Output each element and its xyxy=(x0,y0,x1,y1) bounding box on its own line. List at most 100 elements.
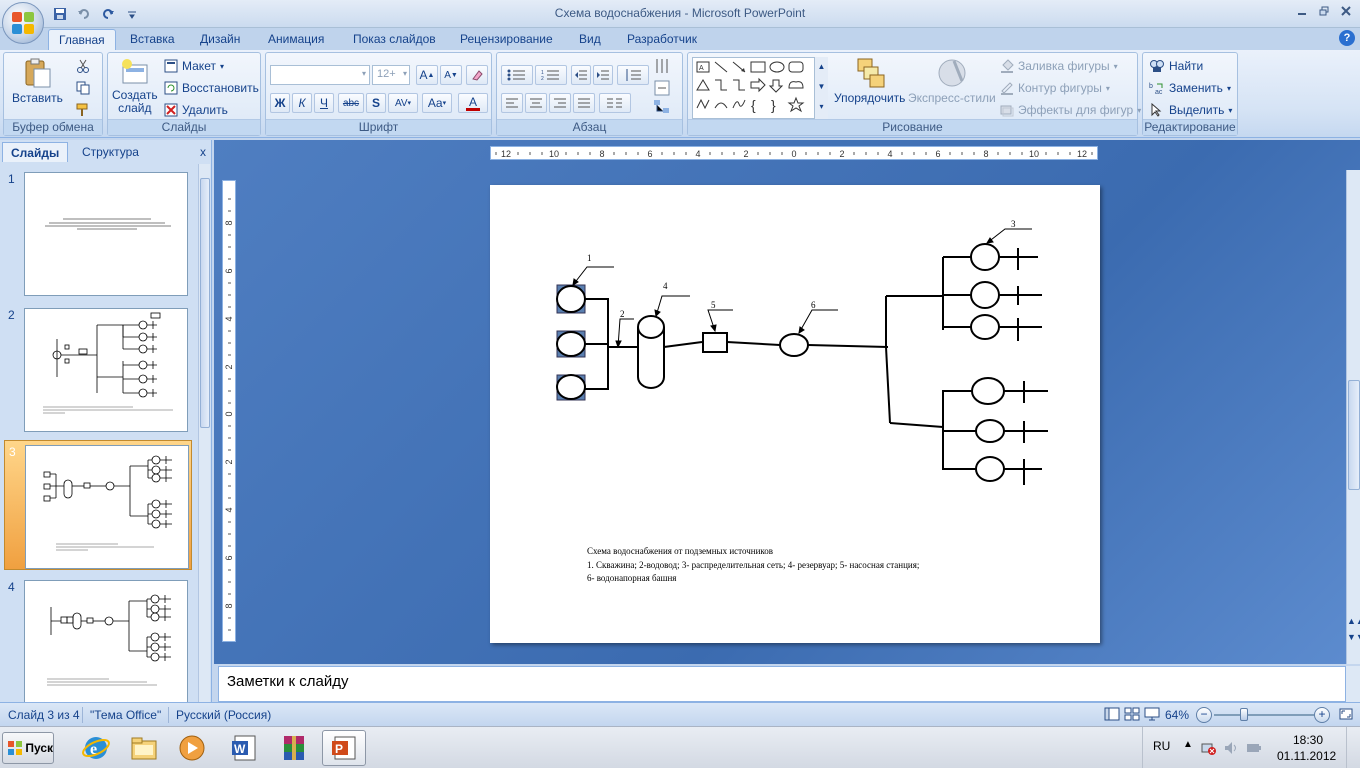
smartart-icon[interactable] xyxy=(653,99,671,115)
close-icon[interactable] xyxy=(1336,2,1356,20)
shapes-gallery[interactable]: A { } xyxy=(692,57,828,119)
slide-thumbnail-4[interactable]: 4 xyxy=(4,576,192,702)
justify-icon[interactable] xyxy=(573,93,595,113)
columns-icon[interactable] xyxy=(599,93,631,113)
tray-expand-icon[interactable]: ▲ xyxy=(1183,739,1193,750)
underline-button[interactable]: Ч xyxy=(314,93,334,113)
language-indicator[interactable]: Русский (Россия) xyxy=(176,708,271,722)
word-icon[interactable]: W xyxy=(222,730,266,766)
tab-view[interactable]: Вид xyxy=(569,29,611,50)
slideshow-icon[interactable] xyxy=(1144,706,1160,722)
arrange-button[interactable]: Упорядочить xyxy=(834,57,905,105)
shrink-font-button[interactable]: A ▼ xyxy=(440,65,462,85)
bullets-icon[interactable] xyxy=(501,65,533,85)
line-spacing-icon[interactable] xyxy=(617,65,649,85)
font-name-field[interactable]: ▾ xyxy=(270,65,370,85)
slide-thumbnail-2[interactable]: 2 xyxy=(4,304,192,434)
font-color-button[interactable]: A xyxy=(458,93,488,113)
align-left-icon[interactable] xyxy=(501,93,523,113)
notes-pane[interactable]: Заметки к слайду xyxy=(218,666,1346,702)
align-text-icon[interactable] xyxy=(653,79,671,97)
winrar-icon[interactable] xyxy=(272,730,316,766)
explorer-icon[interactable] xyxy=(122,730,166,766)
language-bar[interactable]: RU xyxy=(1153,739,1170,753)
copy-icon[interactable] xyxy=(76,81,90,95)
next-slide-icon[interactable]: ▼▼ xyxy=(1347,632,1360,642)
restore-icon[interactable] xyxy=(1314,2,1334,20)
power-icon[interactable] xyxy=(1245,740,1261,756)
view-buttons xyxy=(1104,706,1160,722)
prev-slide-icon[interactable]: ▲▲ xyxy=(1347,616,1360,626)
start-button[interactable]: Пуск xyxy=(2,732,54,764)
slide-thumbnail-3[interactable]: 3 xyxy=(4,440,192,570)
cut-icon[interactable] xyxy=(76,59,90,73)
reset-button[interactable]: Восстановить xyxy=(164,81,259,95)
water-supply-diagram[interactable]: 1 2 3 4 5 6 xyxy=(490,185,1100,643)
shape-fill-button[interactable]: Заливка фигуры ▾ xyxy=(1000,59,1118,73)
select-button[interactable]: Выделить ▾ xyxy=(1149,103,1232,117)
shape-effects-button[interactable]: Эффекты для фигур ▾ xyxy=(1000,103,1141,117)
increase-indent-icon[interactable] xyxy=(593,65,613,85)
format-painter-icon[interactable] xyxy=(76,103,90,117)
zoom-out-icon[interactable]: − xyxy=(1196,707,1212,723)
fit-slide-icon[interactable] xyxy=(1338,706,1354,725)
editor-scroll-thumb[interactable] xyxy=(1348,380,1360,490)
tab-slideshow[interactable]: Показ слайдов xyxy=(343,29,446,50)
zoom-in-icon[interactable]: + xyxy=(1314,707,1330,723)
media-player-icon[interactable] xyxy=(170,730,214,766)
tab-home[interactable]: Главная xyxy=(48,29,116,50)
tab-design[interactable]: Дизайн xyxy=(190,29,250,50)
notes-scrollbar[interactable] xyxy=(1346,666,1360,702)
shadow-button[interactable]: S xyxy=(366,93,386,113)
volume-icon[interactable] xyxy=(1223,740,1239,756)
help-icon[interactable]: ? xyxy=(1339,30,1355,46)
shape-outline-button[interactable]: Контур фигуры ▾ xyxy=(1000,81,1110,95)
layout-button[interactable]: Макет ▾ xyxy=(164,59,224,73)
tab-outline-pane[interactable]: Структура xyxy=(74,142,147,162)
zoom-level[interactable]: 64% xyxy=(1165,708,1189,722)
italic-button[interactable]: К xyxy=(292,93,312,113)
slide-canvas[interactable]: 1 2 3 4 5 6 Схема водоснабжения от подзе… xyxy=(490,185,1100,643)
shapes-scroll[interactable]: ▲ ▼ ▾ xyxy=(814,57,828,119)
decrease-indent-icon[interactable] xyxy=(571,65,591,85)
font-size-field[interactable]: 12+ ▾ xyxy=(372,65,410,85)
clock-date[interactable]: 01.11.2012 xyxy=(1277,749,1336,763)
new-slide-button[interactable]: Создать слайд xyxy=(112,57,158,115)
tab-animation[interactable]: Анимация xyxy=(258,29,334,50)
tab-insert[interactable]: Вставка xyxy=(120,29,185,50)
minimize-icon[interactable] xyxy=(1292,2,1312,20)
replace-button[interactable]: b ac Заменить ▾ xyxy=(1149,81,1231,95)
ie-icon[interactable]: e xyxy=(74,730,118,766)
numbering-icon[interactable]: 12 xyxy=(535,65,567,85)
slide-sorter-icon[interactable] xyxy=(1124,706,1140,722)
thumbnail-scroll-thumb[interactable] xyxy=(200,178,210,428)
pane-close-icon[interactable]: x xyxy=(200,145,206,159)
strikethrough-button[interactable]: abc xyxy=(338,93,364,113)
bold-button[interactable]: Ж xyxy=(270,93,290,113)
grow-font-button[interactable]: A ▲ xyxy=(416,65,438,85)
align-center-icon[interactable] xyxy=(525,93,547,113)
clock-time[interactable]: 18:30 xyxy=(1293,733,1323,747)
text-direction-icon[interactable] xyxy=(653,57,671,75)
delete-slide-button[interactable]: Удалить xyxy=(164,103,228,117)
char-spacing-button[interactable]: AV ▾ xyxy=(388,93,418,113)
tab-developer[interactable]: Разработчик xyxy=(617,29,707,50)
find-button[interactable]: Найти xyxy=(1149,59,1203,73)
quick-styles-button[interactable]: Экспресс-стили xyxy=(908,57,996,105)
tab-review[interactable]: Рецензирование xyxy=(450,29,563,50)
slide-thumbnail-1[interactable]: 1 xyxy=(4,168,192,298)
tab-slides-pane[interactable]: Слайды xyxy=(2,142,69,162)
powerpoint-icon[interactable]: P xyxy=(322,730,366,766)
office-button[interactable] xyxy=(2,2,44,44)
network-warning-icon[interactable] xyxy=(1201,740,1217,756)
zoom-slider[interactable] xyxy=(1214,714,1314,716)
clear-format-icon[interactable] xyxy=(466,65,488,85)
editor-scrollbar[interactable]: ▲▲ ▼▼ xyxy=(1346,170,1360,664)
thumbnail-scrollbar[interactable] xyxy=(198,164,210,702)
change-case-button[interactable]: Aa ▾ xyxy=(422,93,452,113)
show-desktop-button[interactable] xyxy=(1346,727,1360,768)
zoom-slider-knob[interactable] xyxy=(1240,708,1248,721)
normal-view-icon[interactable] xyxy=(1104,706,1120,722)
paste-button[interactable]: Вставить xyxy=(12,57,63,105)
align-right-icon[interactable] xyxy=(549,93,571,113)
